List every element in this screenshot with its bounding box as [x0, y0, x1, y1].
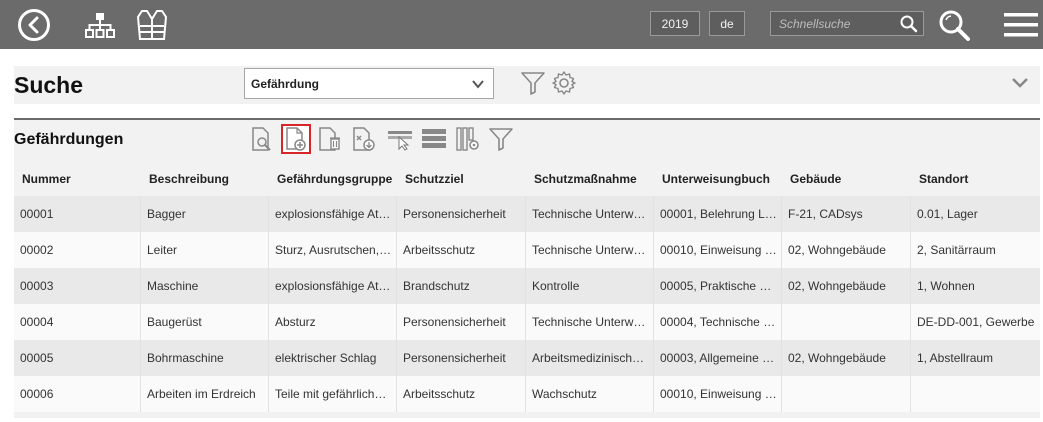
- table-cell: 00002: [14, 232, 141, 268]
- table-cell: Arbeiten im Erdreich: [141, 376, 269, 412]
- document-export-icon[interactable]: [349, 124, 379, 154]
- column-header[interactable]: Schutzmaßnahme: [526, 162, 654, 196]
- table-header: Nummer Beschreibung Gefährdungsgruppe Sc…: [14, 162, 1040, 196]
- table-cell: [782, 376, 911, 412]
- rows-icon[interactable]: [419, 124, 449, 154]
- table-cell: 1, Wohnen: [917, 279, 975, 293]
- table-cell: Wachschutz: [526, 376, 654, 412]
- table-cell: Sturz, Ausrutschen, Stolpern: [269, 232, 397, 268]
- column-header[interactable]: Gebäude: [782, 162, 911, 196]
- document-delete-icon[interactable]: [315, 124, 345, 154]
- panel-title: Gefährdungen: [14, 131, 124, 148]
- page-title: Suche: [14, 72, 84, 98]
- table-cell: 2, Sanitärraum: [917, 243, 996, 257]
- table-cell: 00003, Allgemeine Belehrung: [654, 340, 782, 376]
- table-cell: Technische Unterweisung: [526, 304, 654, 340]
- year-selector[interactable]: 2019: [650, 11, 700, 36]
- gear-icon[interactable]: [551, 70, 577, 96]
- results-panel: Gefährdungen Nummer Beschreibung Gefährd…: [14, 118, 1040, 418]
- table-cell: Bohrmaschine: [141, 340, 269, 376]
- table-row[interactable]: 00003 Maschine explosionsfähige Atmosphä…: [14, 268, 1040, 304]
- table-cell: Absturz: [269, 304, 397, 340]
- table-cell: 00001, Belehrung Lager: [654, 196, 782, 232]
- column-header[interactable]: Unterweisungbuch: [654, 162, 782, 196]
- table-cell: Kontrolle: [526, 268, 654, 304]
- document-search-icon[interactable]: [247, 124, 277, 154]
- table-cell: Personensicherheit: [397, 196, 526, 232]
- table-cell: 02, Wohngebäude: [782, 340, 911, 376]
- table-cell: 00004: [14, 304, 141, 340]
- hamburger-menu-icon[interactable]: [1003, 0, 1039, 49]
- table-cell: 00006: [14, 376, 141, 412]
- chevron-down-icon: [471, 77, 485, 91]
- magnifier-icon[interactable]: [899, 14, 919, 34]
- column-header[interactable]: Beschreibung: [141, 162, 269, 196]
- table-row[interactable]: 00006 Arbeiten im Erdreich Teile mit gef…: [14, 376, 1040, 412]
- table-cell: 00004, Technische Unterweisung: [654, 304, 782, 340]
- search-header: Suche Gefährdung: [14, 66, 1040, 104]
- table-cell: elektrischer Schlag: [269, 340, 397, 376]
- table-cell: Teile mit gefährlichen Oberflächen: [269, 376, 397, 412]
- table-cell: 00003: [14, 268, 141, 304]
- column-header[interactable]: Schutzziel: [397, 162, 526, 196]
- org-chart-icon[interactable]: [82, 0, 118, 49]
- back-circle-icon[interactable]: [16, 0, 52, 49]
- table-cell: F-21, CADsys: [782, 196, 911, 232]
- top-bar: 2019 de: [0, 0, 1043, 49]
- filter-icon[interactable]: [520, 70, 546, 96]
- table-cell: 00005, Praktische Übung: [654, 268, 782, 304]
- table-cell: explosionsfähige Atmosphäre: [269, 196, 397, 232]
- table-cell: explosionsfähige Atmosphäre: [269, 268, 397, 304]
- column-header[interactable]: Gefährdungsgruppe: [269, 162, 397, 196]
- table-cell: Personensicherheit: [397, 304, 526, 340]
- collapse-chevron-icon[interactable]: [1011, 76, 1029, 90]
- table-row[interactable]: 00005 Bohrmaschine elektrischer Schlag P…: [14, 340, 1040, 376]
- filter-icon[interactable]: [486, 124, 516, 154]
- table-cell: Arbeitsschutz: [397, 232, 526, 268]
- table-cell: Maschine: [141, 268, 269, 304]
- column-header[interactable]: Nummer: [14, 162, 141, 196]
- table-cell: 00005: [14, 340, 141, 376]
- results-table: Nummer Beschreibung Gefährdungsgruppe Sc…: [14, 162, 1040, 412]
- quick-search: [770, 11, 924, 36]
- search-type-select[interactable]: Gefährdung: [244, 68, 494, 99]
- language-selector[interactable]: de: [709, 11, 745, 36]
- table-cell: Baugerüst: [141, 304, 269, 340]
- table-cell: 00001: [14, 196, 141, 232]
- table-cell: DE-DD-001, Gewerbe: [917, 315, 1035, 329]
- table-cell: Arbeitsmedizinische Vorsorge: [526, 340, 654, 376]
- table-cell: Brandschutz: [397, 268, 526, 304]
- table-cell: Technische Unterweisung: [526, 196, 654, 232]
- table-row[interactable]: 00002 Leiter Sturz, Ausrutschen, Stolper…: [14, 232, 1040, 268]
- big-search-icon[interactable]: [936, 0, 972, 49]
- column-select-icon[interactable]: [385, 124, 415, 154]
- table-cell: [911, 376, 1040, 412]
- column-header[interactable]: Standort: [911, 162, 1040, 196]
- table-cell: Bagger: [141, 196, 269, 232]
- table-row[interactable]: 00004 Baugerüst Absturz Personensicherhe…: [14, 304, 1040, 340]
- safety-vest-icon[interactable]: [134, 0, 170, 49]
- table-cell: 00010, Einweisung Leiter: [654, 376, 782, 412]
- table-cell: 0.01, Lager: [917, 207, 978, 221]
- table-cell: 02, Wohngebäude: [782, 268, 911, 304]
- table-cell: Leiter: [141, 232, 269, 268]
- table-cell: Technische Unterweisung: [526, 232, 654, 268]
- table-cell: Personensicherheit: [397, 340, 526, 376]
- quick-search-input[interactable]: [771, 12, 899, 35]
- table-cell: [782, 304, 911, 340]
- table-cell: 1, Abstellraum: [917, 351, 994, 365]
- search-type-value: Gefährdung: [251, 77, 319, 91]
- column-settings-icon[interactable]: [453, 124, 483, 154]
- table-cell: 02, Wohngebäude: [782, 232, 911, 268]
- table-row[interactable]: 00001 Bagger explosionsfähige Atmosphäre…: [14, 196, 1040, 232]
- document-add-icon[interactable]: [281, 124, 311, 154]
- table-cell: 00010, Einweisung Leiter: [654, 232, 782, 268]
- table-cell: Arbeitsschutz: [397, 376, 526, 412]
